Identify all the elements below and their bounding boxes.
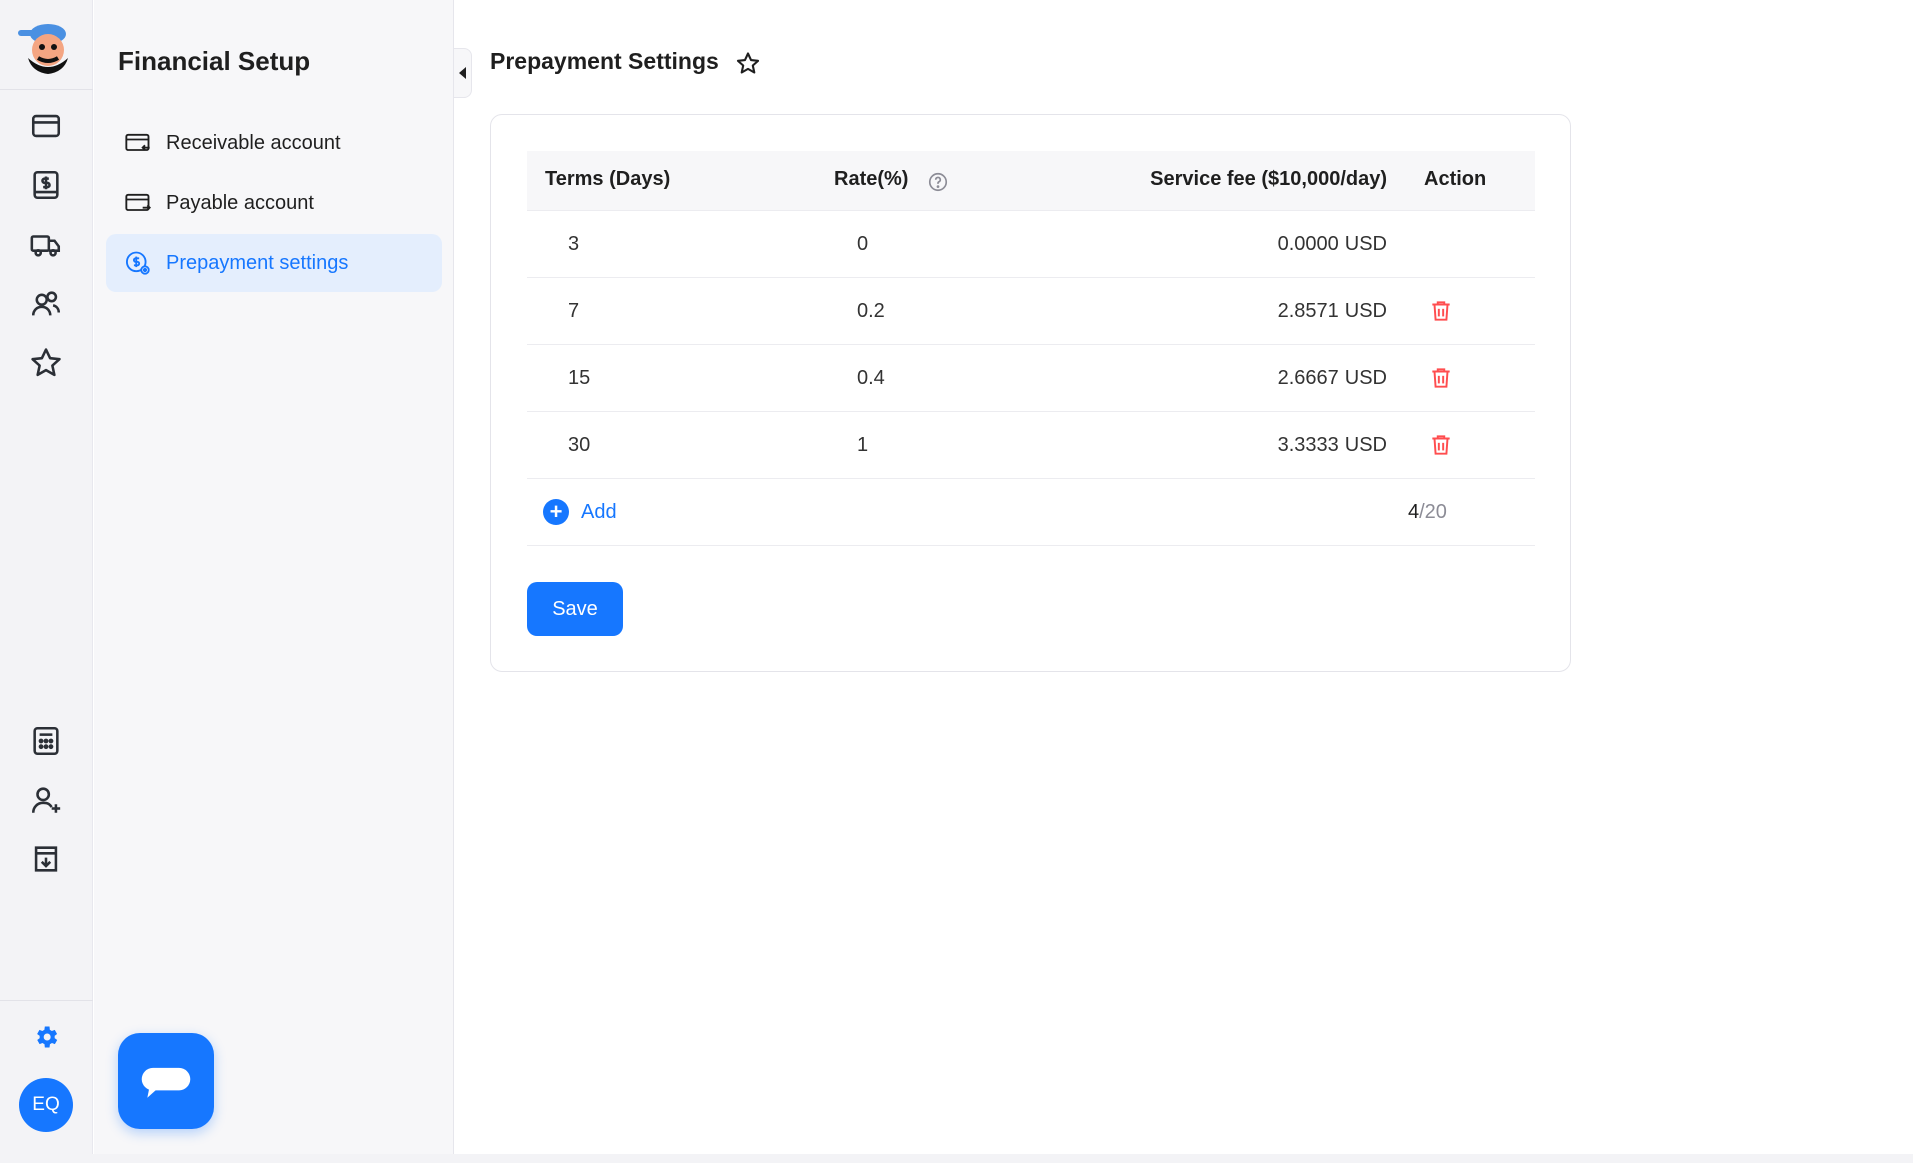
rate-value[interactable]: 1: [857, 434, 868, 457]
fee-unit: USD: [1344, 233, 1387, 255]
sidebar-item-label: Payable account: [166, 191, 314, 214]
fee-value: 0.0000: [1277, 233, 1339, 255]
add-row: + Add 4/20: [527, 479, 1535, 546]
table-row: 3 0 0.0000 USD: [527, 211, 1535, 278]
fee-value: 2.8571: [1277, 300, 1339, 322]
terms-value[interactable]: 7: [568, 300, 579, 323]
collapse-sidebar-button[interactable]: [454, 48, 472, 98]
service-fee-note: ($10,000/day): [1261, 168, 1387, 190]
terms-value[interactable]: 3: [568, 233, 579, 256]
horizontal-scrollbar[interactable]: [0, 1154, 1913, 1163]
add-button[interactable]: + Add: [543, 499, 617, 525]
row-count-current: 4: [1408, 501, 1420, 523]
sidebar-item-payable-account[interactable]: Payable account: [106, 174, 442, 232]
fee-cell: 3.3333 USD: [1278, 434, 1387, 457]
app-logo[interactable]: [14, 20, 78, 76]
fee-cell: 2.6667 USD: [1278, 367, 1387, 390]
truck-icon[interactable]: [26, 225, 66, 265]
calculator-icon[interactable]: [26, 721, 66, 761]
icon-rail: EQ: [0, 0, 93, 1154]
row-count-max: /20: [1419, 501, 1447, 523]
column-action: Action: [1424, 168, 1487, 190]
fee-value: 2.6667: [1277, 367, 1339, 389]
sidebar-item-prepayment-settings[interactable]: Prepayment settings: [106, 234, 442, 292]
column-rate: Rate(%): [834, 168, 909, 190]
terms-value[interactable]: 30: [568, 434, 590, 457]
sidebar-item-label: Receivable account: [166, 131, 341, 154]
wallet-icon[interactable]: [26, 106, 66, 146]
rate-value[interactable]: 0: [857, 233, 868, 256]
dollar-gear-icon: [125, 251, 150, 275]
users-icon[interactable]: [26, 284, 66, 324]
fee-value: 3.3333: [1277, 434, 1339, 456]
chat-bubble-icon: [141, 1067, 191, 1098]
trash-icon[interactable]: [1428, 298, 1454, 324]
table-row: 30 1 3.3333 USD: [527, 412, 1535, 479]
help-icon[interactable]: [927, 171, 949, 193]
gear-icon[interactable]: [26, 1017, 66, 1057]
avatar[interactable]: EQ: [19, 1078, 73, 1132]
dollar-doc-icon[interactable]: [26, 165, 66, 205]
card-out-icon: [125, 193, 151, 211]
rate-value[interactable]: 0.4: [857, 367, 885, 390]
trash-icon[interactable]: [1428, 432, 1454, 458]
fee-unit: USD: [1344, 434, 1387, 456]
add-user-icon[interactable]: [26, 780, 66, 820]
card-in-icon: [125, 133, 150, 151]
star-icon[interactable]: [26, 343, 66, 383]
favorite-star-icon[interactable]: [734, 50, 762, 78]
fee-cell: 2.8571 USD: [1278, 300, 1387, 323]
service-fee-label: Service fee: [1150, 168, 1256, 190]
fee-unit: USD: [1344, 367, 1387, 389]
add-label: Add: [581, 500, 617, 523]
fee-unit: USD: [1344, 300, 1387, 322]
rail-divider: [0, 89, 93, 90]
table-row: 15 0.4 2.6667 USD: [527, 345, 1535, 412]
prepayment-card: Terms (Days) Rate(%) Service fee ($10,00…: [490, 114, 1571, 672]
fee-cell: 0.0000 USD: [1278, 233, 1387, 256]
plus-circle-icon: +: [543, 499, 569, 525]
sidebar-item-label: Prepayment settings: [166, 251, 349, 274]
rail-divider: [0, 1000, 93, 1001]
rate-value[interactable]: 0.2: [857, 300, 885, 323]
download-doc-icon[interactable]: [26, 839, 66, 879]
table-row: 7 0.2 2.8571 USD: [527, 278, 1535, 345]
sidebar-item-receivable-account[interactable]: Receivable account: [106, 114, 442, 172]
sidebar-title: Financial Setup: [118, 46, 311, 76]
trash-icon[interactable]: [1428, 365, 1454, 391]
save-button[interactable]: Save: [527, 582, 623, 636]
page-title: Prepayment Settings: [490, 48, 719, 74]
chat-button[interactable]: [118, 1033, 214, 1129]
row-counter: 4/20: [1408, 501, 1447, 524]
column-service-fee: Service fee ($10,000/day): [1150, 168, 1387, 191]
column-terms: Terms (Days): [545, 168, 671, 190]
financial-setup-sidebar: Financial Setup Receivable account Payab…: [94, 0, 454, 1154]
terms-value[interactable]: 15: [568, 367, 590, 390]
table-header: Terms (Days) Rate(%) Service fee ($10,00…: [527, 151, 1535, 211]
